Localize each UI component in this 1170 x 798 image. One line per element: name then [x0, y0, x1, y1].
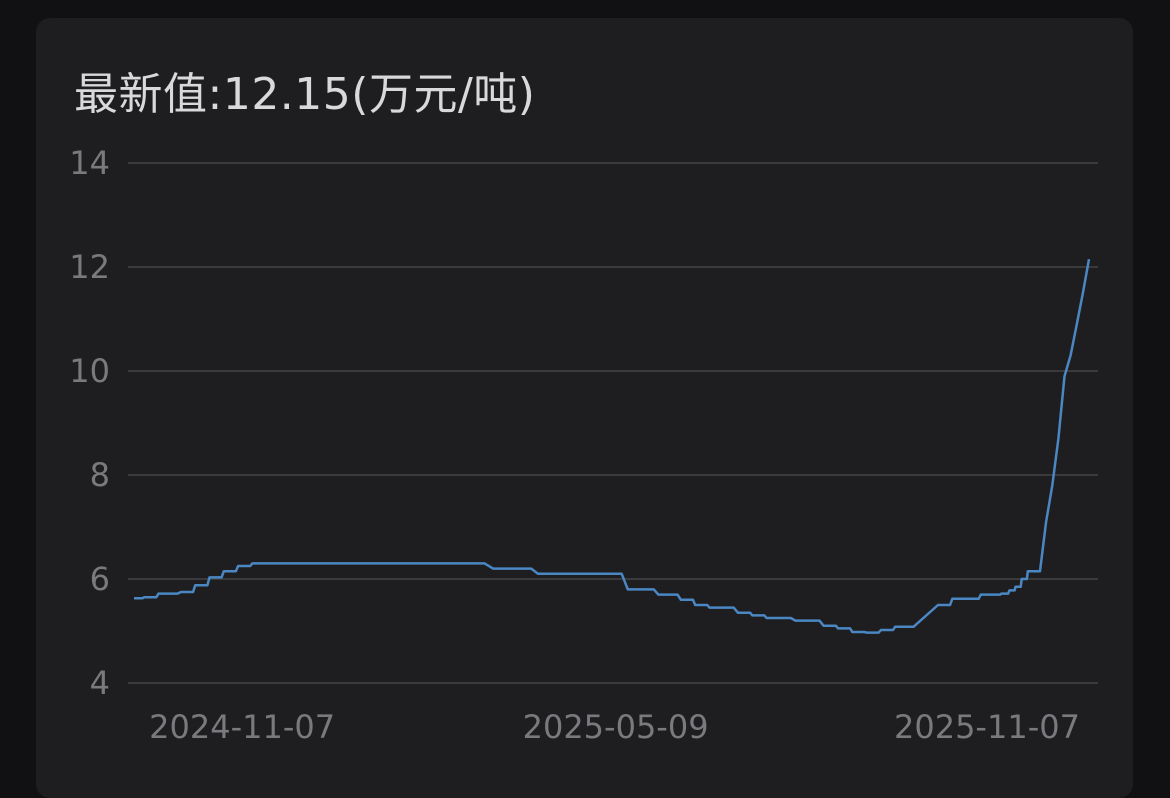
y-tick-label: 14 [69, 144, 110, 182]
y-axis-ticks: 4 6 8 10 12 14 [69, 144, 110, 702]
y-tick-label: 12 [69, 248, 110, 286]
y-tick-label: 4 [90, 664, 110, 702]
y-tick-label: 8 [90, 456, 110, 494]
y-tick-label: 6 [90, 560, 110, 598]
x-axis-ticks: 2024-11-07 2025-05-09 2025-11-07 [149, 708, 1080, 746]
x-tick-label: 2024-11-07 [149, 708, 335, 746]
x-tick-label: 2025-05-09 [523, 708, 709, 746]
y-tick-label: 10 [69, 352, 110, 390]
line-chart: 4 6 8 10 12 14 2024-11-07 2025-05-09 2025-11-07 [69, 144, 1098, 746]
x-tick-label: 2025-11-07 [894, 708, 1080, 746]
grid-lines [128, 162, 1098, 684]
series-line [134, 258, 1091, 634]
